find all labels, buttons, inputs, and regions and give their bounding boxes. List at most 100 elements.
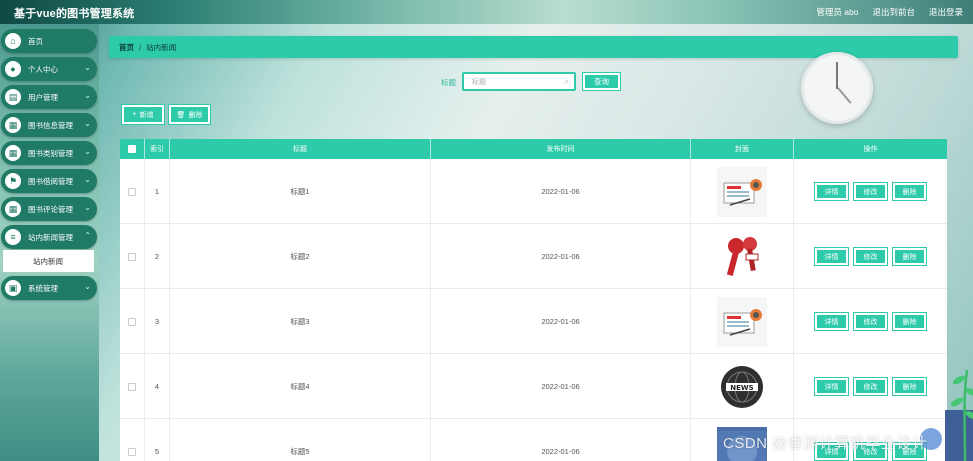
grid-icon: ▦ <box>5 145 21 161</box>
sidebar-item-users[interactable]: ▤ 用户管理 ⌄ <box>1 85 97 109</box>
delete-button[interactable]: 删除 <box>892 247 927 266</box>
row-date: 2022-01-06 <box>431 224 691 289</box>
table-row: 1 标题1 2022-01-06 详情 修改 删除 <box>120 159 947 224</box>
logout-link[interactable]: 退出登录 <box>929 6 963 18</box>
sidebar-item-book-category[interactable]: ▦ 图书类别管理 ⌄ <box>1 141 97 165</box>
row-checkbox[interactable] <box>128 447 136 456</box>
row-select[interactable] <box>120 159 145 224</box>
back-to-front-link[interactable]: 退出到前台 <box>872 6 915 18</box>
row-cover: NEWS <box>691 354 794 419</box>
row-title: 标题3 <box>170 289 431 354</box>
sidebar-item-profile[interactable]: ● 个人中心 ⌄ <box>1 57 97 81</box>
chevron-up-icon: ⌃ <box>84 231 91 240</box>
watermark: CSDN @睿渊计算机毕业设计 <box>723 435 928 452</box>
header-title: 标题 <box>170 139 431 159</box>
row-actions: 详情 修改 删除 <box>794 354 947 419</box>
search-input[interactable]: 标题 ⌕ <box>462 72 576 91</box>
header-select-all[interactable] <box>120 139 145 159</box>
row-title: 标题5 <box>170 419 431 461</box>
globe-cover-image: NEWS <box>717 361 767 412</box>
news-cover-image <box>717 166 767 217</box>
row-index: 1 <box>145 159 170 224</box>
sidebar-item-system[interactable]: ▣ 系统管理 ⌄ <box>1 276 97 300</box>
row-cover <box>691 159 794 224</box>
breadcrumb-separator: / <box>139 42 142 52</box>
news-table: 索引 标题 发布时间 封面 操作 1 标题1 2022-01-06 详情 修改 … <box>120 139 947 461</box>
delete-button[interactable]: 删除 <box>892 312 927 331</box>
sidebar-item-label: 图书类别管理 <box>28 148 73 158</box>
row-select[interactable] <box>120 289 145 354</box>
plant-decoration <box>945 369 973 461</box>
header-cover: 封面 <box>691 139 794 159</box>
edit-button[interactable]: 修改 <box>853 247 888 266</box>
search-label: 标题 <box>441 78 456 87</box>
breadcrumb-current: 站内新闻 <box>146 42 177 52</box>
clock-hand <box>837 87 852 104</box>
row-date: 2022-01-06 <box>431 159 691 224</box>
edit-button[interactable]: 修改 <box>853 377 888 396</box>
detail-button[interactable]: 详情 <box>814 377 849 396</box>
header-date: 发布时间 <box>431 139 691 159</box>
sidebar-item-news[interactable]: ≡ 站内新闻管理 ⌃ <box>1 225 97 249</box>
app-title: 基于vue的图书管理系统 <box>14 8 135 20</box>
search-placeholder: 标题 <box>472 78 486 86</box>
row-index: 2 <box>145 224 170 289</box>
sidebar-item-home[interactable]: ⌂ 首页 <box>1 29 97 53</box>
list-icon: ≡ <box>5 229 21 245</box>
top-right-links: 管理员 abo 退出到前台 退出登录 <box>816 6 963 18</box>
row-title: 标题1 <box>170 159 431 224</box>
clock-hand <box>836 62 838 89</box>
table-row: 2 标题2 2022-01-06 详情 修改 删除 <box>120 224 947 289</box>
detail-button[interactable]: 详情 <box>814 182 849 201</box>
edit-button[interactable]: 修改 <box>853 182 888 201</box>
sidebar-item-label: 用户管理 <box>28 92 58 102</box>
flag-icon: ⚑ <box>5 173 21 189</box>
svg-text:NEWS: NEWS <box>730 384 753 392</box>
row-checkbox[interactable] <box>128 382 136 391</box>
row-select[interactable] <box>120 419 145 461</box>
search-button[interactable]: 查询 <box>582 72 621 91</box>
sidebar-item-label: 图书评论管理 <box>28 204 73 214</box>
home-icon: ⌂ <box>5 33 21 49</box>
news-cover-image <box>717 296 767 347</box>
current-user: 管理员 abo <box>816 7 859 17</box>
sidebar-item-book-borrow[interactable]: ⚑ 图书借阅管理 ⌄ <box>1 169 97 193</box>
sidebar-item-book-info[interactable]: ▦ 图书信息管理 ⌄ <box>1 113 97 137</box>
delete-button[interactable]: 删除 <box>892 377 927 396</box>
chevron-down-icon: ⌄ <box>84 63 91 72</box>
row-checkbox[interactable] <box>128 187 136 196</box>
row-actions: 详情 修改 删除 <box>794 224 947 289</box>
row-index: 5 <box>145 419 170 461</box>
sidebar-item-label: 图书借阅管理 <box>28 176 73 186</box>
row-cover <box>691 224 794 289</box>
breadcrumb-home[interactable]: 首页 <box>119 42 134 53</box>
row-date: 2022-01-06 <box>431 354 691 419</box>
row-select[interactable] <box>120 354 145 419</box>
add-button[interactable]: + 新增 <box>121 104 165 125</box>
row-actions: 详情 修改 删除 <box>794 289 947 354</box>
select-all-checkbox[interactable] <box>128 145 136 153</box>
row-cover <box>691 289 794 354</box>
chevron-down-icon: ⌄ <box>84 91 91 100</box>
clock-decoration <box>801 52 873 124</box>
sidebar-item-label: 系统管理 <box>28 283 58 293</box>
row-checkbox[interactable] <box>128 252 136 261</box>
row-date: 2022-01-06 <box>431 289 691 354</box>
row-checkbox[interactable] <box>128 317 136 326</box>
delete-button[interactable]: 删除 <box>892 182 927 201</box>
sidebar-subitem-news[interactable]: 站内新闻 <box>3 250 94 272</box>
edit-button[interactable]: 修改 <box>853 312 888 331</box>
detail-button[interactable]: 详情 <box>814 247 849 266</box>
table-row: 4 标题4 2022-01-06 NEWS 详情 修改 删除 <box>120 354 947 419</box>
top-bar: 基于vue的图书管理系统 管理员 abo 退出到前台 退出登录 <box>0 0 973 24</box>
detail-button[interactable]: 详情 <box>814 312 849 331</box>
row-select[interactable] <box>120 224 145 289</box>
row-actions: 详情 修改 删除 <box>794 159 947 224</box>
add-button-label: 新增 <box>139 111 154 119</box>
trash-icon: 🗑 <box>176 111 186 119</box>
header-index: 索引 <box>145 139 170 159</box>
chevron-down-icon: ⌄ <box>84 175 91 184</box>
batch-delete-button[interactable]: 🗑 删除 <box>168 104 211 125</box>
sidebar-item-book-comment[interactable]: ▦ 图书评论管理 ⌄ <box>1 197 97 221</box>
delete-button-label: 删除 <box>188 111 203 119</box>
